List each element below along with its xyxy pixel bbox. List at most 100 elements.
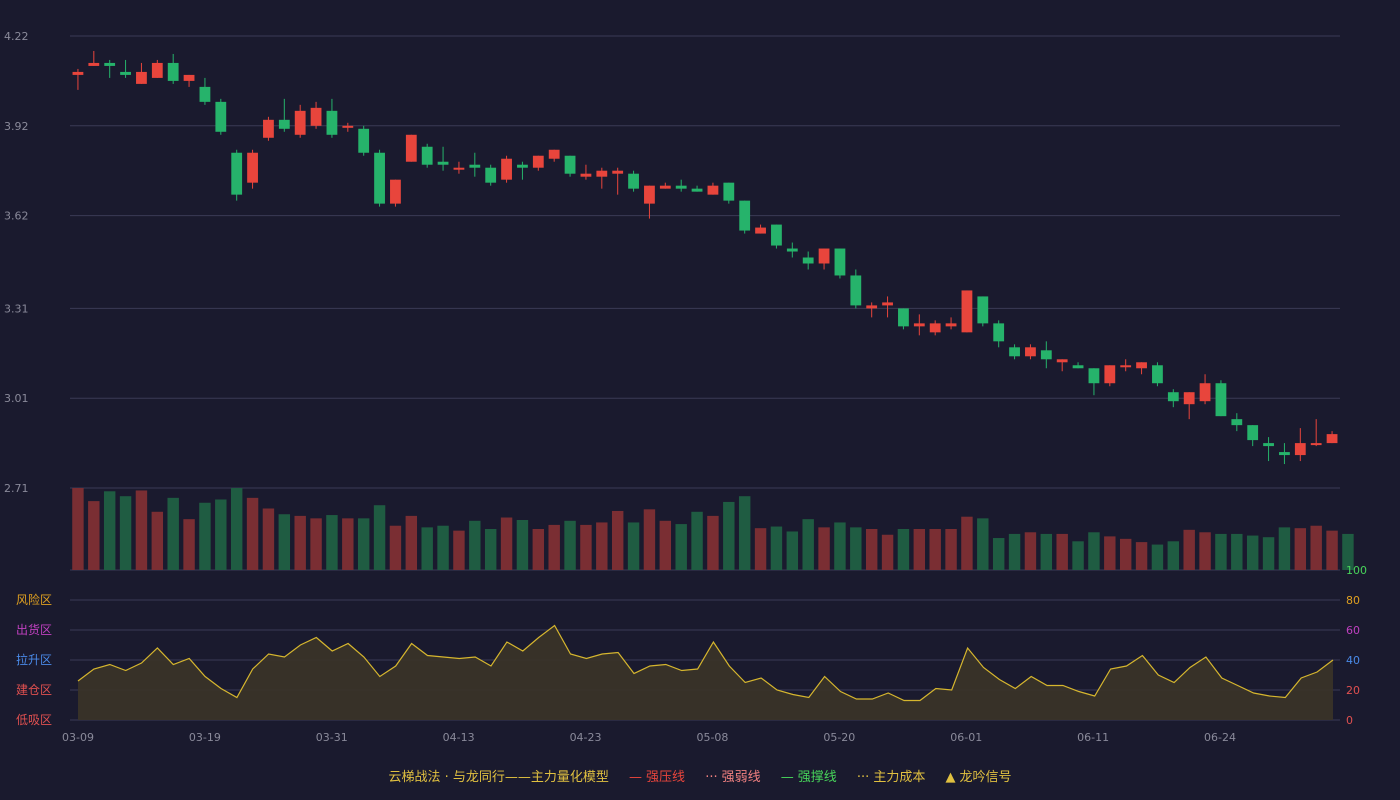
candle-body (834, 248, 846, 276)
volume-bar (1278, 527, 1291, 570)
x-tick-label: 03-19 (189, 731, 221, 744)
volume-bar (532, 529, 545, 570)
chart: 4.22 3.92 3.62 3.31 3.01 2.71 100 80 60 40 20 0 风险区出… (0, 0, 1400, 800)
volume-bar (992, 538, 1005, 570)
volume-bar (707, 515, 719, 570)
volume-bar (1072, 541, 1084, 570)
zone-label: 建仓区 (16, 683, 52, 697)
volume-bar (278, 514, 291, 570)
legend-item-dragon-signal[interactable]: ▲ 龙吟信号 (945, 766, 1011, 785)
candle-body (1199, 383, 1211, 402)
volume-bar (1262, 537, 1275, 570)
candle-body (1279, 452, 1290, 456)
candlestick (485, 164, 497, 186)
volume-bar (262, 508, 275, 570)
candle-body (72, 71, 84, 75)
candle-body (104, 62, 116, 66)
candle-body (850, 275, 862, 306)
candle-body (437, 161, 449, 165)
candlestick (263, 116, 274, 141)
candle-body (1009, 347, 1020, 357)
x-tick-label: 05-08 (696, 731, 728, 744)
candle-body (1136, 362, 1147, 369)
legend-item-strong-resistance[interactable]: — 强压线 (629, 766, 685, 785)
candlestick (390, 179, 401, 207)
volume-bar (437, 525, 449, 570)
candle-body (1326, 434, 1338, 444)
candle-body (786, 248, 798, 252)
volume-bar (230, 488, 243, 570)
candle-body (564, 155, 576, 174)
candle-body (993, 323, 1005, 342)
volume-bar (389, 525, 402, 570)
candle-body (644, 185, 655, 204)
candle-body (326, 110, 338, 135)
candlestick (723, 182, 735, 204)
candle-body (136, 71, 147, 84)
candle-body (548, 149, 560, 159)
candle-body (263, 119, 274, 138)
volume-bar (500, 517, 513, 570)
candle-body (898, 308, 909, 327)
indicator-tick-label: 20 (1346, 684, 1360, 697)
volume-bar (786, 531, 799, 570)
candle-body (1167, 392, 1179, 402)
volume-bar (738, 496, 751, 570)
candle-body (469, 164, 481, 168)
candle-body (374, 152, 385, 204)
legend-item-main-cost[interactable]: ··· 主力成本 (857, 766, 925, 785)
volume-bar (754, 528, 767, 570)
candle-body (1056, 359, 1068, 363)
x-tick-label: 03-09 (62, 731, 94, 744)
x-tick-label: 04-23 (570, 731, 602, 744)
candle-body (1025, 347, 1036, 357)
volume-bar (72, 488, 84, 570)
candle-body (612, 170, 624, 174)
candle-body (882, 302, 893, 306)
legend-item-strength-line[interactable]: ··· 强弱线 (705, 766, 760, 785)
candle-body (945, 323, 957, 327)
volume-bar (246, 497, 259, 570)
volume-bar (1040, 533, 1053, 570)
candlestick (961, 290, 973, 333)
volume-bar (1183, 529, 1195, 570)
candlestick (358, 125, 370, 156)
candle-body (294, 110, 306, 135)
candle-body (913, 323, 925, 327)
volume-bar (929, 529, 941, 570)
candle-body (1247, 425, 1259, 441)
volume-bar (643, 509, 656, 570)
candlestick (215, 98, 227, 135)
volume-bar (167, 497, 179, 570)
candlestick (1104, 365, 1116, 387)
candle-body (1152, 365, 1163, 384)
volume-bar (88, 501, 100, 570)
candle-body (659, 185, 671, 189)
volume-bar (1151, 544, 1164, 570)
price-tick-label: 3.01 (4, 392, 29, 405)
candle-body (358, 128, 370, 153)
candle-body (215, 101, 227, 132)
volume-bar (770, 526, 783, 570)
volume-bar (961, 516, 973, 570)
volume-bar (373, 505, 386, 570)
candlestick (977, 296, 989, 327)
candle-body (453, 167, 465, 170)
legend: 云梯战法 · 与龙同行——主力量化模型 — 强压线 ··· 强弱线 — 强撑线 ···… (0, 766, 1400, 785)
candle-body (342, 125, 354, 128)
legend-label: 强弱线 (721, 770, 761, 785)
volume-bar (611, 510, 624, 570)
volume-bar (215, 499, 227, 570)
candle-body (1088, 368, 1100, 384)
legend-line-icon: — (780, 770, 794, 785)
candle-body (628, 173, 639, 189)
candle-body (675, 185, 687, 189)
candlestick (1215, 380, 1227, 417)
candlestick (834, 248, 846, 279)
x-tick-label: 05-20 (823, 731, 855, 744)
legend-item-strong-support[interactable]: — 强撑线 (781, 766, 837, 785)
volume-bar (294, 515, 306, 570)
volume-bar (1167, 541, 1180, 570)
volume-bar (1215, 533, 1227, 570)
candle-body (818, 248, 830, 264)
